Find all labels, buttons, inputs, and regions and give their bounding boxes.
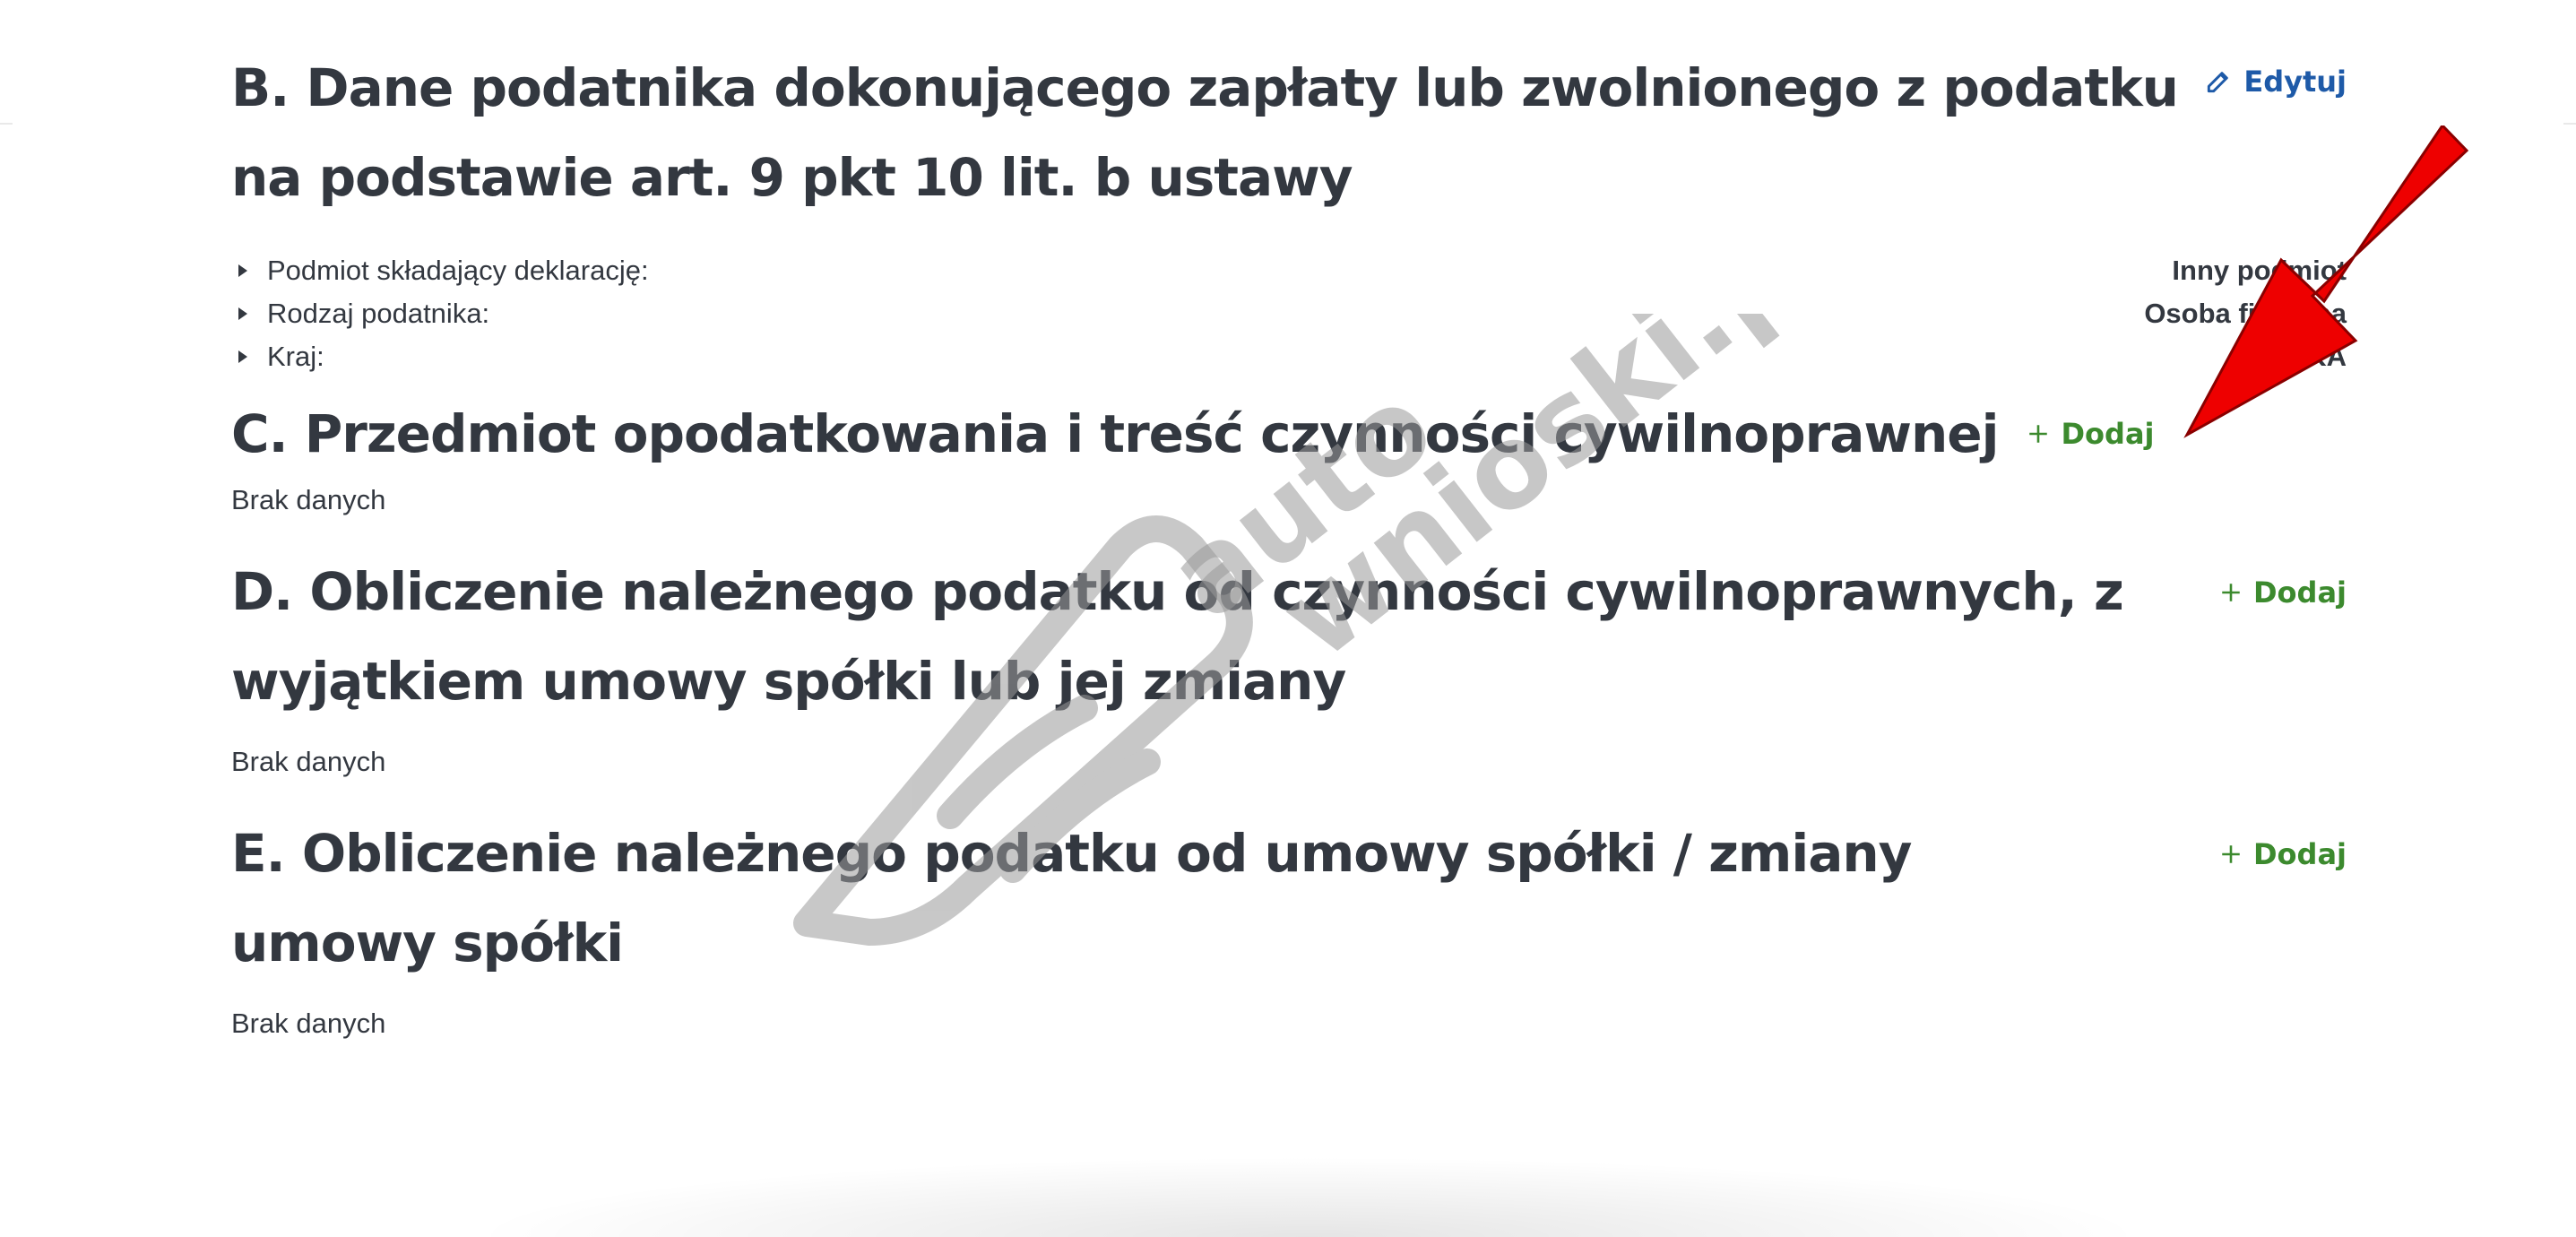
add-section-d-button[interactable]: Dodaj — [2219, 575, 2347, 610]
field-label: Rodzaj podatnika: — [267, 298, 490, 329]
bullet-triangle-icon — [238, 350, 247, 363]
field-label: Kraj: — [267, 341, 324, 372]
bottom-shadow — [466, 1156, 2151, 1237]
add-label: Dodaj — [2252, 837, 2347, 871]
section-b-fields: Podmiot składający deklarację: Inny podm… — [231, 249, 2347, 378]
add-section-c-button[interactable]: Dodaj — [2027, 417, 2155, 451]
section-e: E. Obliczenie należnego podatku od umowy… — [231, 809, 2347, 1040]
field-row-submitter: Podmiot składający deklarację: Inny podm… — [231, 249, 2347, 292]
plus-icon — [2029, 425, 2048, 443]
pencil-icon — [2208, 72, 2229, 93]
section-b: B. Dane podatnika dokonującego zapłaty l… — [231, 43, 2347, 378]
field-label: Podmiot składający deklarację: — [267, 255, 649, 286]
bullet-triangle-icon — [238, 264, 247, 277]
field-value: Osoba fizyczna — [2144, 298, 2347, 329]
section-b-title: B. Dane podatnika dokonującego zapłaty l… — [231, 57, 2179, 208]
section-c-title: C. Przedmiot opodatkowania i treść czynn… — [231, 403, 1999, 464]
bullet-triangle-icon — [238, 307, 247, 320]
section-d-empty-text: Brak danych — [231, 746, 386, 777]
field-row-taxpayer-type: Rodzaj podatnika: Osoba fizyczna — [231, 292, 2347, 335]
field-row-country: Kraj: POLSKA — [231, 335, 2347, 378]
add-label: Dodaj — [2061, 417, 2155, 451]
left-edge-divider — [0, 123, 13, 125]
plus-icon — [2222, 584, 2240, 601]
field-value: POLSKA — [2230, 341, 2347, 372]
add-section-e-button[interactable]: Dodaj — [2219, 837, 2347, 871]
edit-label: Edytuj — [2243, 65, 2347, 99]
section-c: C. Przedmiot opodatkowania i treść czynn… — [231, 389, 2347, 516]
section-e-empty-text: Brak danych — [231, 1008, 386, 1039]
plus-icon — [2222, 845, 2240, 863]
section-e-title: E. Obliczenie należnego podatku od umowy… — [231, 823, 1912, 973]
declaration-sections: B. Dane podatnika dokonującego zapłaty l… — [231, 0, 2347, 1040]
section-d-title: D. Obliczenie należnego podatku od czynn… — [231, 561, 2124, 712]
add-label: Dodaj — [2252, 575, 2347, 610]
section-d: D. Obliczenie należnego podatku od czynn… — [231, 547, 2347, 778]
section-c-empty-text: Brak danych — [231, 484, 386, 515]
edit-section-b-button[interactable]: Edytuj — [2204, 65, 2347, 99]
right-edge-divider — [2563, 123, 2576, 125]
field-value: Inny podmiot — [2172, 255, 2347, 286]
